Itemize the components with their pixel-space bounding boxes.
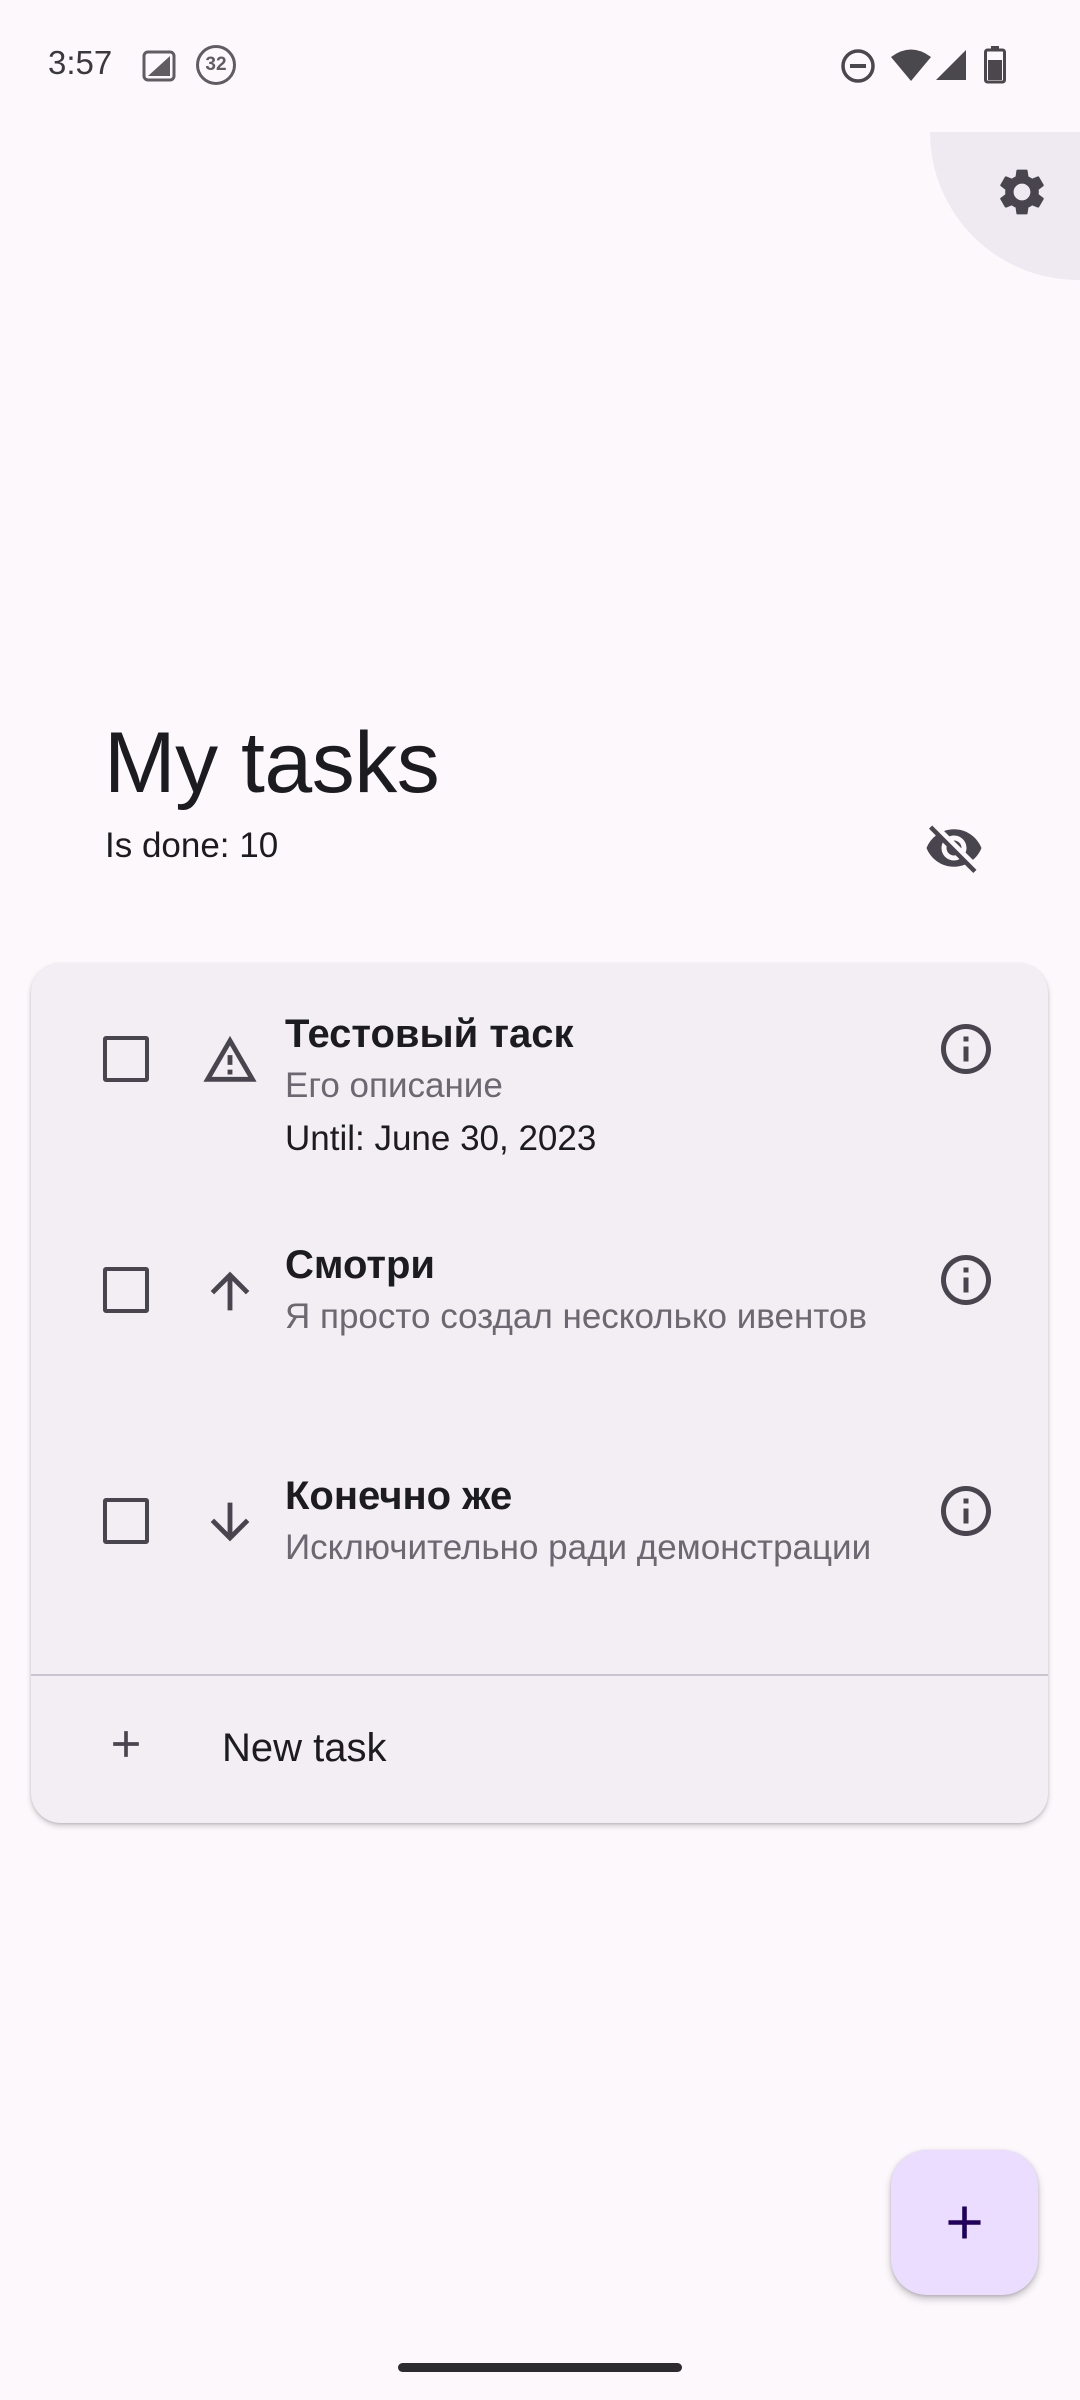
task-item[interactable]: Смотри Я просто создал несколько ивентов xyxy=(31,1194,1048,1425)
settings-button[interactable] xyxy=(930,132,1080,280)
page-title: My tasks xyxy=(104,715,440,811)
task-description: Я просто создал несколько ивентов xyxy=(285,1297,867,1336)
task-checkbox[interactable] xyxy=(103,1036,149,1082)
new-task-label: New task xyxy=(222,1726,387,1770)
status-bar: 3:57 32 xyxy=(0,0,1080,130)
battery-icon xyxy=(984,46,1006,84)
status-time: 3:57 xyxy=(48,44,113,81)
home-indicator[interactable] xyxy=(398,2363,682,2372)
arrow-up-icon xyxy=(210,1271,250,1311)
task-checkbox[interactable] xyxy=(103,1267,149,1313)
task-description: Его описание xyxy=(285,1066,503,1105)
cell-signal-icon xyxy=(936,50,966,80)
app-screen: 3:57 32 My tasks Is done: 10 Тестовый та… xyxy=(0,0,1080,2400)
add-task-fab[interactable] xyxy=(891,2150,1038,2295)
task-list-card: Тестовый таск Его описание Until: June 3… xyxy=(31,963,1048,1823)
visibility-off-icon xyxy=(926,825,982,873)
task-texts: Тестовый таск Его описание Until: June 3… xyxy=(285,1009,905,1165)
task-item[interactable]: Конечно же Исключительно ради демонстрац… xyxy=(31,1425,1048,1674)
task-description: Исключительно ради демонстрации xyxy=(285,1528,872,1567)
wifi-icon xyxy=(891,49,931,81)
task-texts: Конечно же Исключительно ради демонстрац… xyxy=(285,1471,905,1574)
task-checkbox[interactable] xyxy=(103,1498,149,1544)
arrow-down-icon xyxy=(210,1502,250,1542)
visibility-toggle-button[interactable] xyxy=(922,818,986,878)
info-icon[interactable] xyxy=(936,1019,996,1079)
info-icon[interactable] xyxy=(936,1250,996,1310)
task-item[interactable]: Тестовый таск Его описание Until: June 3… xyxy=(31,963,1048,1194)
task-title: Конечно же xyxy=(285,1474,513,1518)
plus-icon xyxy=(113,1731,139,1757)
task-texts: Смотри Я просто создал несколько ивентов xyxy=(285,1240,905,1343)
dnd-icon xyxy=(841,49,875,83)
task-title: Смотри xyxy=(285,1243,435,1287)
warning-icon xyxy=(203,1035,257,1082)
info-icon[interactable] xyxy=(936,1481,996,1541)
done-count: Is done: 10 xyxy=(105,826,279,865)
new-task-button[interactable]: New task xyxy=(31,1676,1048,1823)
plus-icon xyxy=(948,2206,981,2239)
task-deadline: Until: June 30, 2023 xyxy=(285,1119,597,1158)
gear-icon xyxy=(1000,169,1044,215)
badge-icon: 32 xyxy=(196,45,236,85)
photo-icon xyxy=(142,50,176,82)
task-title: Тестовый таск xyxy=(285,1012,574,1056)
